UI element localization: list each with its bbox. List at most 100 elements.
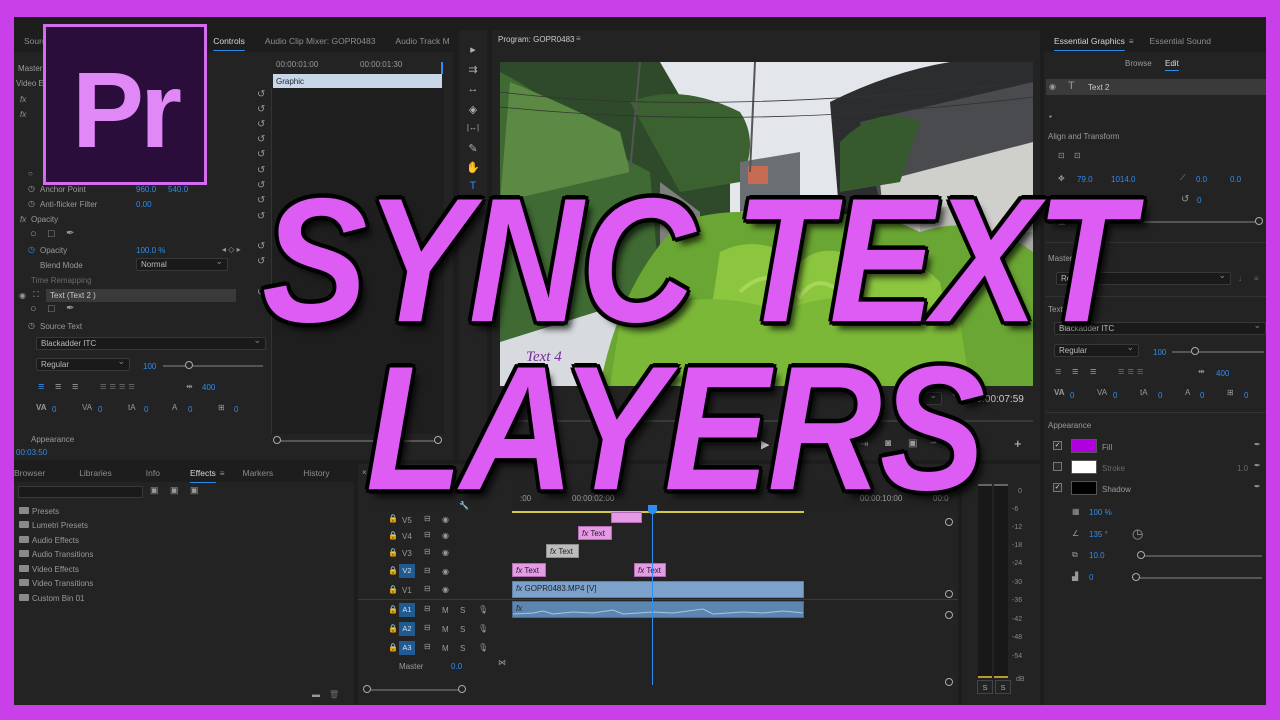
track-eye-icon[interactable]: ◉ <box>442 531 449 540</box>
track-eye-icon[interactable]: ◉ <box>442 585 449 594</box>
vertical-scroll-knob[interactable] <box>945 678 953 686</box>
accelerated-effects-icon[interactable]: ▣ <box>150 485 159 496</box>
reset-icon[interactable]: ↺ <box>257 119 265 130</box>
32bit-effects-icon[interactable]: ▣ <box>170 485 179 496</box>
ripple-edit-tool-icon[interactable]: ↔ <box>466 83 480 95</box>
track-eye-icon[interactable]: ◉ <box>442 548 449 557</box>
timeline-zoom-scrollbar[interactable] <box>368 689 462 691</box>
video-clip-v1[interactable]: fx GOPR0483.MP4 [V] <box>512 581 804 598</box>
audio-clip-a1[interactable]: fx <box>512 601 804 618</box>
track-target-a2[interactable]: A2 <box>399 622 415 636</box>
mute-button[interactable]: M <box>442 625 449 634</box>
edit-tab[interactable]: Edit <box>1165 59 1179 68</box>
reset-icon[interactable]: ↺ <box>257 104 265 115</box>
align-vertical-center-icon[interactable]: ⊡ <box>1058 151 1065 160</box>
eg-align-right-icon[interactable]: ≡ <box>1090 366 1096 378</box>
track-lock-icon[interactable]: 🔒 <box>388 566 398 575</box>
rotation-value[interactable]: 0 <box>1197 196 1201 205</box>
eg-font-size-value[interactable]: 100 <box>1153 348 1166 357</box>
shadow-distance-slider[interactable] <box>1140 555 1262 557</box>
align-horizontal-center-icon[interactable]: ⊡ <box>1074 151 1081 160</box>
antiflicker-value[interactable]: 0.00 <box>136 200 152 209</box>
leading-value[interactable]: 0 <box>144 405 148 414</box>
fill-eyedropper-icon[interactable]: ✒ <box>1254 440 1261 449</box>
tab-markers[interactable]: Markers <box>232 468 283 478</box>
vertical-scroll-knob[interactable] <box>945 590 953 598</box>
font-size-slider-knob[interactable] <box>185 361 193 369</box>
anchor-y-value[interactable]: 540.0 <box>168 185 188 194</box>
browse-tab[interactable]: Browse <box>1125 59 1152 68</box>
layer-row-text-2[interactable] <box>1046 79 1266 95</box>
fill-color-swatch[interactable] <box>1071 439 1097 453</box>
track-output-icon[interactable]: ⊟ <box>424 530 431 539</box>
track-lock-icon[interactable]: 🔒 <box>388 548 398 557</box>
reset-icon[interactable]: ↺ <box>257 89 265 100</box>
voice-record-icon[interactable]: 🎙 <box>478 624 488 633</box>
effects-folder-audio-transitions[interactable]: Audio Transitions <box>32 550 93 559</box>
eg-tracking-value[interactable]: 400 <box>1216 369 1229 378</box>
track-target-a3[interactable]: A3 <box>399 641 415 655</box>
effects-folder-lumetri-presets[interactable]: Lumetri Presets <box>32 521 88 530</box>
tab-history[interactable]: History <box>293 468 339 478</box>
transform-opacity-slider[interactable] <box>1110 221 1260 223</box>
mute-button[interactable]: M <box>442 644 449 653</box>
button-editor-plus-icon[interactable]: + <box>1014 436 1022 451</box>
antiflicker-stopwatch-icon[interactable]: ◷ <box>28 199 35 208</box>
yuv-effects-icon[interactable]: ▣ <box>190 485 199 496</box>
shadow-blur-knob[interactable] <box>1132 573 1140 581</box>
panel-menu-icon[interactable]: ≡ <box>1129 37 1134 46</box>
effects-folder-video-effects[interactable]: Video Effects <box>32 565 79 574</box>
selection-tool-icon[interactable]: ▸ <box>466 43 480 56</box>
ellipse-mask-icon[interactable]: ○ <box>30 228 37 240</box>
go-to-end-icon[interactable]: ⋈ <box>498 658 506 667</box>
eg-font-size-slider[interactable] <box>1172 351 1264 353</box>
keyframe-nav-icon[interactable]: ◂ ◇ ▸ <box>222 245 241 254</box>
effects-folder-custom-bin[interactable]: Custom Bin 01 <box>32 594 84 603</box>
font-style-dropdown[interactable]: Regular <box>36 356 130 371</box>
justify-icon[interactable]: ≡ ≡ ≡ ≡ <box>100 381 135 393</box>
tab-audio-clip-mixer[interactable]: Audio Clip Mixer: GOPR0483 <box>255 36 386 46</box>
tab-essential-graphics[interactable]: Essential Graphics <box>1044 36 1135 46</box>
track-select-tool-icon[interactable]: ⇉ <box>466 63 480 76</box>
tab-libraries[interactable]: Libraries <box>69 468 122 478</box>
new-layer-icon[interactable]: ▪ <box>1049 112 1052 121</box>
shadow-checkbox[interactable]: ✓ <box>1053 483 1062 492</box>
tab-essential-sound[interactable]: Essential Sound <box>1140 36 1221 46</box>
panel-menu-icon[interactable]: ≡ <box>220 469 225 478</box>
effects-search-input[interactable] <box>18 486 143 498</box>
style-menu-icon[interactable]: ≡ <box>1254 274 1259 283</box>
shadow-eyedropper-icon[interactable]: ✒ <box>1254 482 1261 491</box>
delete-icon[interactable]: 🗑 <box>329 690 339 699</box>
align-left-icon[interactable]: ≡ <box>38 381 44 393</box>
rect-mask-icon[interactable]: □ <box>48 303 55 315</box>
opacity-stopwatch-icon[interactable]: ◷ <box>28 245 35 254</box>
effect-controls-timecode[interactable]: 00:03:50 <box>16 448 47 457</box>
track-output-icon[interactable]: ⊟ <box>424 566 431 575</box>
track-eye-icon[interactable]: ◉ <box>442 567 449 576</box>
track-lock-icon[interactable]: 🔒 <box>388 643 398 652</box>
slip-tool-icon[interactable]: |↔| <box>466 123 480 132</box>
solo-button[interactable]: S <box>460 625 465 634</box>
tab-media-browser[interactable]: Browser <box>14 468 49 478</box>
track-lock-icon[interactable]: 🔒 <box>388 605 398 614</box>
track-output-icon[interactable]: ⊟ <box>424 623 431 632</box>
font-size-slider[interactable] <box>163 365 263 367</box>
new-bin-icon[interactable]: ▬ <box>312 690 320 699</box>
zoom-scrollbar-left-knob[interactable] <box>273 436 281 444</box>
tracking-value[interactable]: 400 <box>202 383 215 392</box>
shadow-blur-slider[interactable] <box>1136 577 1262 579</box>
eg-font-size-knob[interactable] <box>1191 347 1199 355</box>
shadow-angle-dial-icon[interactable]: ◷ <box>1132 526 1143 542</box>
shadow-distance-knob[interactable] <box>1137 551 1145 559</box>
stroke-eyedropper-icon[interactable]: ✒ <box>1254 461 1261 470</box>
shadow-blur-value[interactable]: 0 <box>1089 573 1093 582</box>
master-track-value[interactable]: 0.0 <box>451 662 462 671</box>
text-clip-v2-b[interactable]: fx Text <box>634 563 666 577</box>
voice-record-icon[interactable]: 🎙 <box>478 605 488 614</box>
eg-baseline-value[interactable]: 0 <box>1200 391 1204 400</box>
shadow-color-swatch[interactable] <box>1071 481 1097 495</box>
effects-folder-video-transitions[interactable]: Video Transitions <box>32 579 93 588</box>
program-monitor-title[interactable]: Program: GOPR0483 <box>498 35 574 44</box>
track-lock-icon[interactable]: 🔒 <box>388 585 398 594</box>
eg-align-center-icon[interactable]: ≡ <box>1072 366 1078 378</box>
